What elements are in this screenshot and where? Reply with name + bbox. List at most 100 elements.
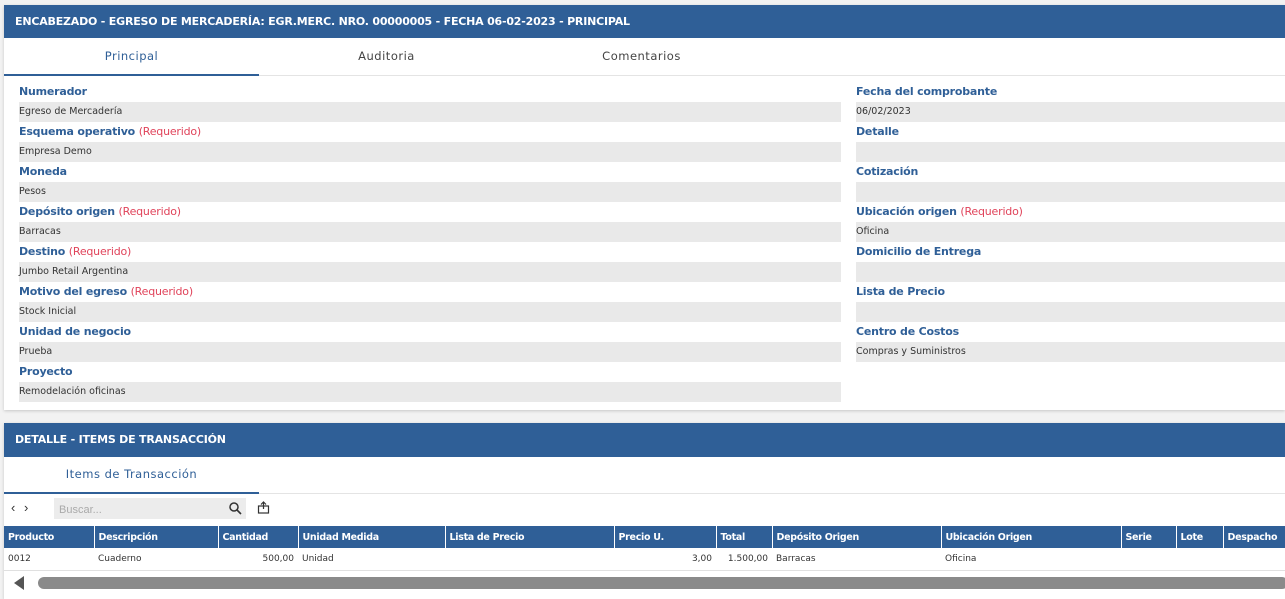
required-indicator: (Requerido) [960,205,1023,218]
column-header[interactable]: Depósito Origen [772,526,942,548]
field-left-2: Moneda Pesos [19,164,841,202]
field-label-text: Centro de Costos [856,325,959,338]
field-label: Unidad de negocio [19,324,841,340]
field-label-text: Fecha del comprobante [856,85,998,98]
table-cell [1223,548,1285,571]
field-value[interactable]: Remodelación oficinas [19,382,841,402]
search-icon[interactable] [228,501,242,515]
field-right-6: Centro de Costos Compras y Suministros [856,324,1285,362]
column-header[interactable]: Serie [1121,526,1177,548]
table-cell: 500,00 [218,548,298,571]
field-label-text: Motivo del egreso [19,285,127,298]
column-header[interactable]: Producto [4,526,95,548]
field-label: Proyecto [19,364,841,380]
field-label: Lista de Precio [856,284,1285,300]
scroll-left-icon[interactable] [14,576,24,590]
field-label: Domicilio de Entrega [856,244,1285,260]
field-left-3: Depósito origen (Requerido) Barracas [19,204,841,242]
field-label-text: Domicilio de Entrega [856,245,982,258]
field-right-1: Detalle [856,124,1285,162]
chevron-right-icon[interactable]: › [24,500,28,515]
table-cell [445,548,614,571]
table-cell: 0012 [4,548,94,571]
field-value[interactable] [856,262,1285,282]
field-value[interactable]: Empresa Demo [19,142,841,162]
field-left-0: Numerador Egreso de Mercadería [19,84,841,122]
field-label-text: Ubicación origen [856,205,957,218]
field-right-5: Lista de Precio [856,284,1285,322]
field-label-text: Proyecto [19,365,73,378]
table-row[interactable]: 0012 Cuaderno 500,00 Unidad 3,00 1.500,00 Barr… [4,548,1285,571]
column-header[interactable]: Despacho [1223,526,1285,548]
horizontal-scrollbar[interactable] [4,572,1285,592]
header-panel: ENCABEZADO - EGRESO DE MERCADERÍA: EGR.M… [4,5,1285,410]
field-value[interactable]: Oficina [856,222,1285,242]
items-table-header: Producto Descripción Cantidad Unidad Medida… [4,526,1285,548]
tab-items-transaccion[interactable]: Items de Transacción [4,457,259,494]
field-value[interactable] [856,142,1285,162]
field-value[interactable]: Compras y Suministros [856,342,1285,362]
field-label: Destino (Requerido) [19,244,841,260]
search-box [54,498,246,521]
detail-panel-title: DETALLE - ITEMS DE TRANSACCIÓN [4,423,1285,457]
required-indicator: (Requerido) [138,125,202,138]
table-cell [1121,548,1176,571]
required-indicator: (Requerido) [130,285,194,298]
field-left-6: Unidad de negocio Prueba [19,324,841,362]
field-left-1: Esquema operativo (Requerido) Empresa Dem… [19,124,841,162]
field-label: Moneda [19,164,841,180]
field-label: Cotización [856,164,1285,180]
field-label-text: Cotización [856,165,919,178]
detail-panel: DETALLE - ITEMS DE TRANSACCIÓN Items de … [4,423,1285,599]
scrollbar-thumb[interactable] [38,577,1285,589]
field-label: Ubicación origen (Requerido) [856,204,1285,220]
column-header[interactable]: Precio U. [614,526,717,548]
field-right-0: Fecha del comprobante 06/02/2023 [856,84,1285,122]
field-value[interactable]: Pesos [19,182,841,202]
field-label-text: Lista de Precio [856,285,945,298]
field-value[interactable] [856,302,1285,322]
required-indicator: (Requerido) [68,245,132,258]
field-label: Detalle [856,124,1285,140]
field-value[interactable]: Barracas [19,222,841,242]
column-header[interactable]: Lista de Precio [445,526,615,548]
field-value[interactable]: Stock Inicial [19,302,841,322]
column-header[interactable]: Ubicación Origen [941,526,1122,548]
tab-auditoria[interactable]: Auditoria [259,38,514,75]
field-value[interactable]: Prueba [19,342,841,362]
field-label-text: Esquema operativo [19,125,136,138]
table-cell: 3,00 [614,548,716,571]
field-left-4: Destino (Requerido) Jumbo Retail Argentin… [19,244,841,282]
detail-tabs: Items de Transacción [4,457,1285,494]
table-cell: Cuaderno [94,548,218,571]
field-value[interactable] [856,182,1285,202]
column-header[interactable]: Cantidad [218,526,299,548]
field-value[interactable]: Egreso de Mercadería [19,102,841,122]
field-label-text: Numerador [19,85,87,98]
field-label: Esquema operativo (Requerido) [19,124,841,140]
tab-principal[interactable]: Principal [4,38,259,76]
table-cell: Oficina [941,548,1121,571]
field-label-text: Moneda [19,165,67,178]
field-value[interactable]: Jumbo Retail Argentina [19,262,841,282]
header-panel-title: ENCABEZADO - EGRESO DE MERCADERÍA: EGR.M… [4,5,1285,38]
field-label-text: Depósito origen [19,205,115,218]
field-value[interactable]: 06/02/2023 [856,102,1285,122]
column-header[interactable]: Total [716,526,773,548]
column-header[interactable]: Descripción [94,526,219,548]
field-label-text: Detalle [856,125,899,138]
table-cell: Barracas [772,548,941,571]
table-cell: Unidad [298,548,445,571]
detail-toolbar: ‹ › [4,494,1285,525]
column-header[interactable]: Unidad Medida [298,526,446,548]
table-cell [1176,548,1223,571]
export-icon[interactable] [257,501,270,514]
field-right-2: Cotización [856,164,1285,202]
search-input[interactable] [54,498,221,521]
tab-comentarios[interactable]: Comentarios [514,38,769,75]
column-header[interactable]: Lote [1176,526,1224,548]
field-label: Numerador [19,84,841,100]
table-cell: 1.500,00 [716,548,772,571]
field-label: Motivo del egreso (Requerido) [19,284,841,300]
chevron-left-icon[interactable]: ‹ [11,500,15,515]
